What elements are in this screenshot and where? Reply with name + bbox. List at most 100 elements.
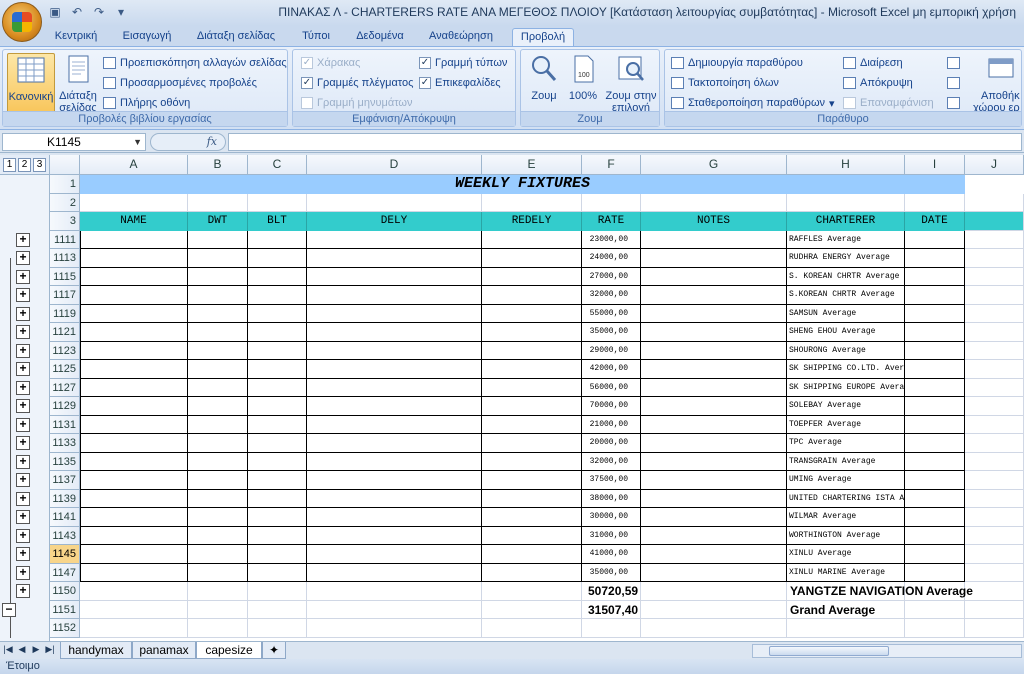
empty-cell[interactable]	[965, 526, 1024, 545]
data-cell[interactable]	[482, 415, 582, 434]
column-header-d[interactable]: D	[307, 155, 482, 175]
data-cell[interactable]	[905, 526, 965, 545]
outline-expand-button[interactable]: +	[16, 454, 30, 469]
row-header[interactable]: 3	[50, 212, 80, 231]
data-cell[interactable]	[905, 286, 965, 305]
empty-cell[interactable]	[307, 193, 482, 212]
empty-cell[interactable]	[965, 434, 1024, 453]
data-cell[interactable]	[641, 341, 787, 360]
row-header[interactable]: 1113	[50, 249, 80, 268]
data-cell[interactable]	[641, 471, 787, 490]
data-cell[interactable]	[641, 489, 787, 508]
summary-charterer[interactable]: Grand Average	[790, 603, 875, 617]
empty-cell[interactable]	[965, 471, 1024, 490]
freeze-panes-button[interactable]: Σταθεροποίηση παραθύρων ▾	[671, 94, 835, 112]
side-by-side-button[interactable]	[947, 54, 960, 72]
empty-cell[interactable]	[965, 323, 1024, 342]
data-cell[interactable]	[905, 397, 965, 416]
data-cell[interactable]	[641, 508, 787, 527]
save-workspace-button[interactable]: Αποθήκ χώρου ερ	[969, 53, 1023, 114]
column-header-f[interactable]: F	[582, 155, 641, 175]
charterer-cell[interactable]: S. KOREAN CHRTR Average	[787, 267, 905, 286]
outline-expand-button[interactable]: +	[16, 362, 30, 376]
data-cell[interactable]	[80, 286, 188, 305]
data-cell[interactable]	[248, 378, 307, 397]
empty-cell[interactable]	[965, 286, 1024, 305]
data-cell[interactable]	[80, 360, 188, 379]
data-cell[interactable]	[248, 341, 307, 360]
row-header[interactable]: 1	[50, 175, 80, 194]
data-cell[interactable]	[482, 452, 582, 471]
data-cell[interactable]	[482, 230, 582, 249]
empty-cell[interactable]	[965, 619, 1024, 638]
summary-charterer[interactable]: YANGTZE NAVIGATION Average	[790, 584, 973, 598]
rate-cell[interactable]: 27000,00	[582, 267, 641, 286]
data-cell[interactable]	[482, 378, 582, 397]
data-cell[interactable]	[307, 304, 482, 323]
empty-cell[interactable]	[965, 378, 1024, 397]
charterer-cell[interactable]: RUDHRA ENERGY Average	[787, 249, 905, 268]
rate-cell[interactable]: 20000,00	[582, 434, 641, 453]
charterer-cell[interactable]: SOLEBAY Average	[787, 397, 905, 416]
charterer-cell[interactable]: SHOURONG Average	[787, 341, 905, 360]
data-cell[interactable]	[482, 471, 582, 490]
data-cell[interactable]	[80, 452, 188, 471]
empty-cell[interactable]	[965, 545, 1024, 564]
data-cell[interactable]	[80, 508, 188, 527]
empty-cell[interactable]	[787, 193, 905, 212]
data-cell[interactable]	[188, 378, 248, 397]
empty-cell[interactable]	[965, 582, 1024, 601]
data-cell[interactable]	[307, 341, 482, 360]
outline-expand-button[interactable]: +	[16, 251, 30, 265]
rate-cell[interactable]: 38000,00	[582, 489, 641, 508]
outline-expand-button[interactable]: +	[16, 380, 30, 395]
rate-cell[interactable]: 70000,00	[582, 397, 641, 416]
empty-cell[interactable]	[965, 249, 1024, 268]
page-layout-view-button[interactable]: Διάταξη σελίδας	[57, 53, 99, 114]
data-cell[interactable]	[188, 415, 248, 434]
row-header[interactable]: 1121	[50, 323, 80, 342]
data-cell[interactable]	[482, 508, 582, 527]
data-cell[interactable]	[905, 452, 965, 471]
empty-cell[interactable]	[965, 415, 1024, 434]
data-cell[interactable]	[482, 434, 582, 453]
data-cell[interactable]	[188, 508, 248, 527]
data-cell[interactable]	[482, 267, 582, 286]
last-sheet-icon[interactable]: ▶|	[44, 644, 56, 655]
outline-expand-button[interactable]: +	[16, 510, 30, 524]
charterer-cell[interactable]: TPC Average	[787, 434, 905, 453]
charterer-cell[interactable]: XINLU MARINE Average	[787, 563, 905, 582]
outline-expand-button[interactable]: +	[16, 528, 30, 543]
sheet-tab-panamax[interactable]: panamax	[132, 642, 196, 659]
row-header[interactable]: 1151	[50, 600, 80, 619]
data-cell[interactable]	[80, 249, 188, 268]
summary-rate[interactable]: 31507,40	[588, 603, 638, 617]
empty-cell[interactable]	[80, 193, 188, 212]
outline-level-2-button[interactable]: 2	[18, 158, 31, 172]
charterer-cell[interactable]: SAMSUN Average	[787, 304, 905, 323]
data-cell[interactable]	[80, 489, 188, 508]
select-all-corner[interactable]	[50, 155, 80, 175]
empty-cell[interactable]	[965, 489, 1024, 508]
formula-input[interactable]	[228, 133, 1022, 151]
outline-expand-button[interactable]: +	[16, 269, 30, 284]
empty-cell[interactable]	[965, 304, 1024, 323]
next-sheet-icon[interactable]: ▶	[30, 644, 42, 655]
charterer-cell[interactable]: RAFFLES Average	[787, 230, 905, 249]
data-cell[interactable]	[307, 323, 482, 342]
empty-cell[interactable]	[965, 452, 1024, 471]
data-cell[interactable]	[641, 415, 787, 434]
data-cell[interactable]	[641, 249, 787, 268]
tab-formulas[interactable]: Τύποι	[298, 28, 334, 46]
data-cell[interactable]	[188, 545, 248, 564]
data-cell[interactable]	[307, 378, 482, 397]
data-cell[interactable]	[905, 434, 965, 453]
undo-icon[interactable]: ↶	[68, 4, 86, 20]
data-cell[interactable]	[248, 304, 307, 323]
empty-cell[interactable]	[641, 600, 787, 619]
charterer-cell[interactable]: S.KOREAN CHRTR Average	[787, 286, 905, 305]
data-cell[interactable]	[482, 249, 582, 268]
ruler-checkbox[interactable]: ✓ Χάρακας	[301, 54, 360, 72]
data-cell[interactable]	[248, 230, 307, 249]
formula-bar-checkbox[interactable]: ✓ Γραμμή τύπων	[419, 54, 507, 72]
